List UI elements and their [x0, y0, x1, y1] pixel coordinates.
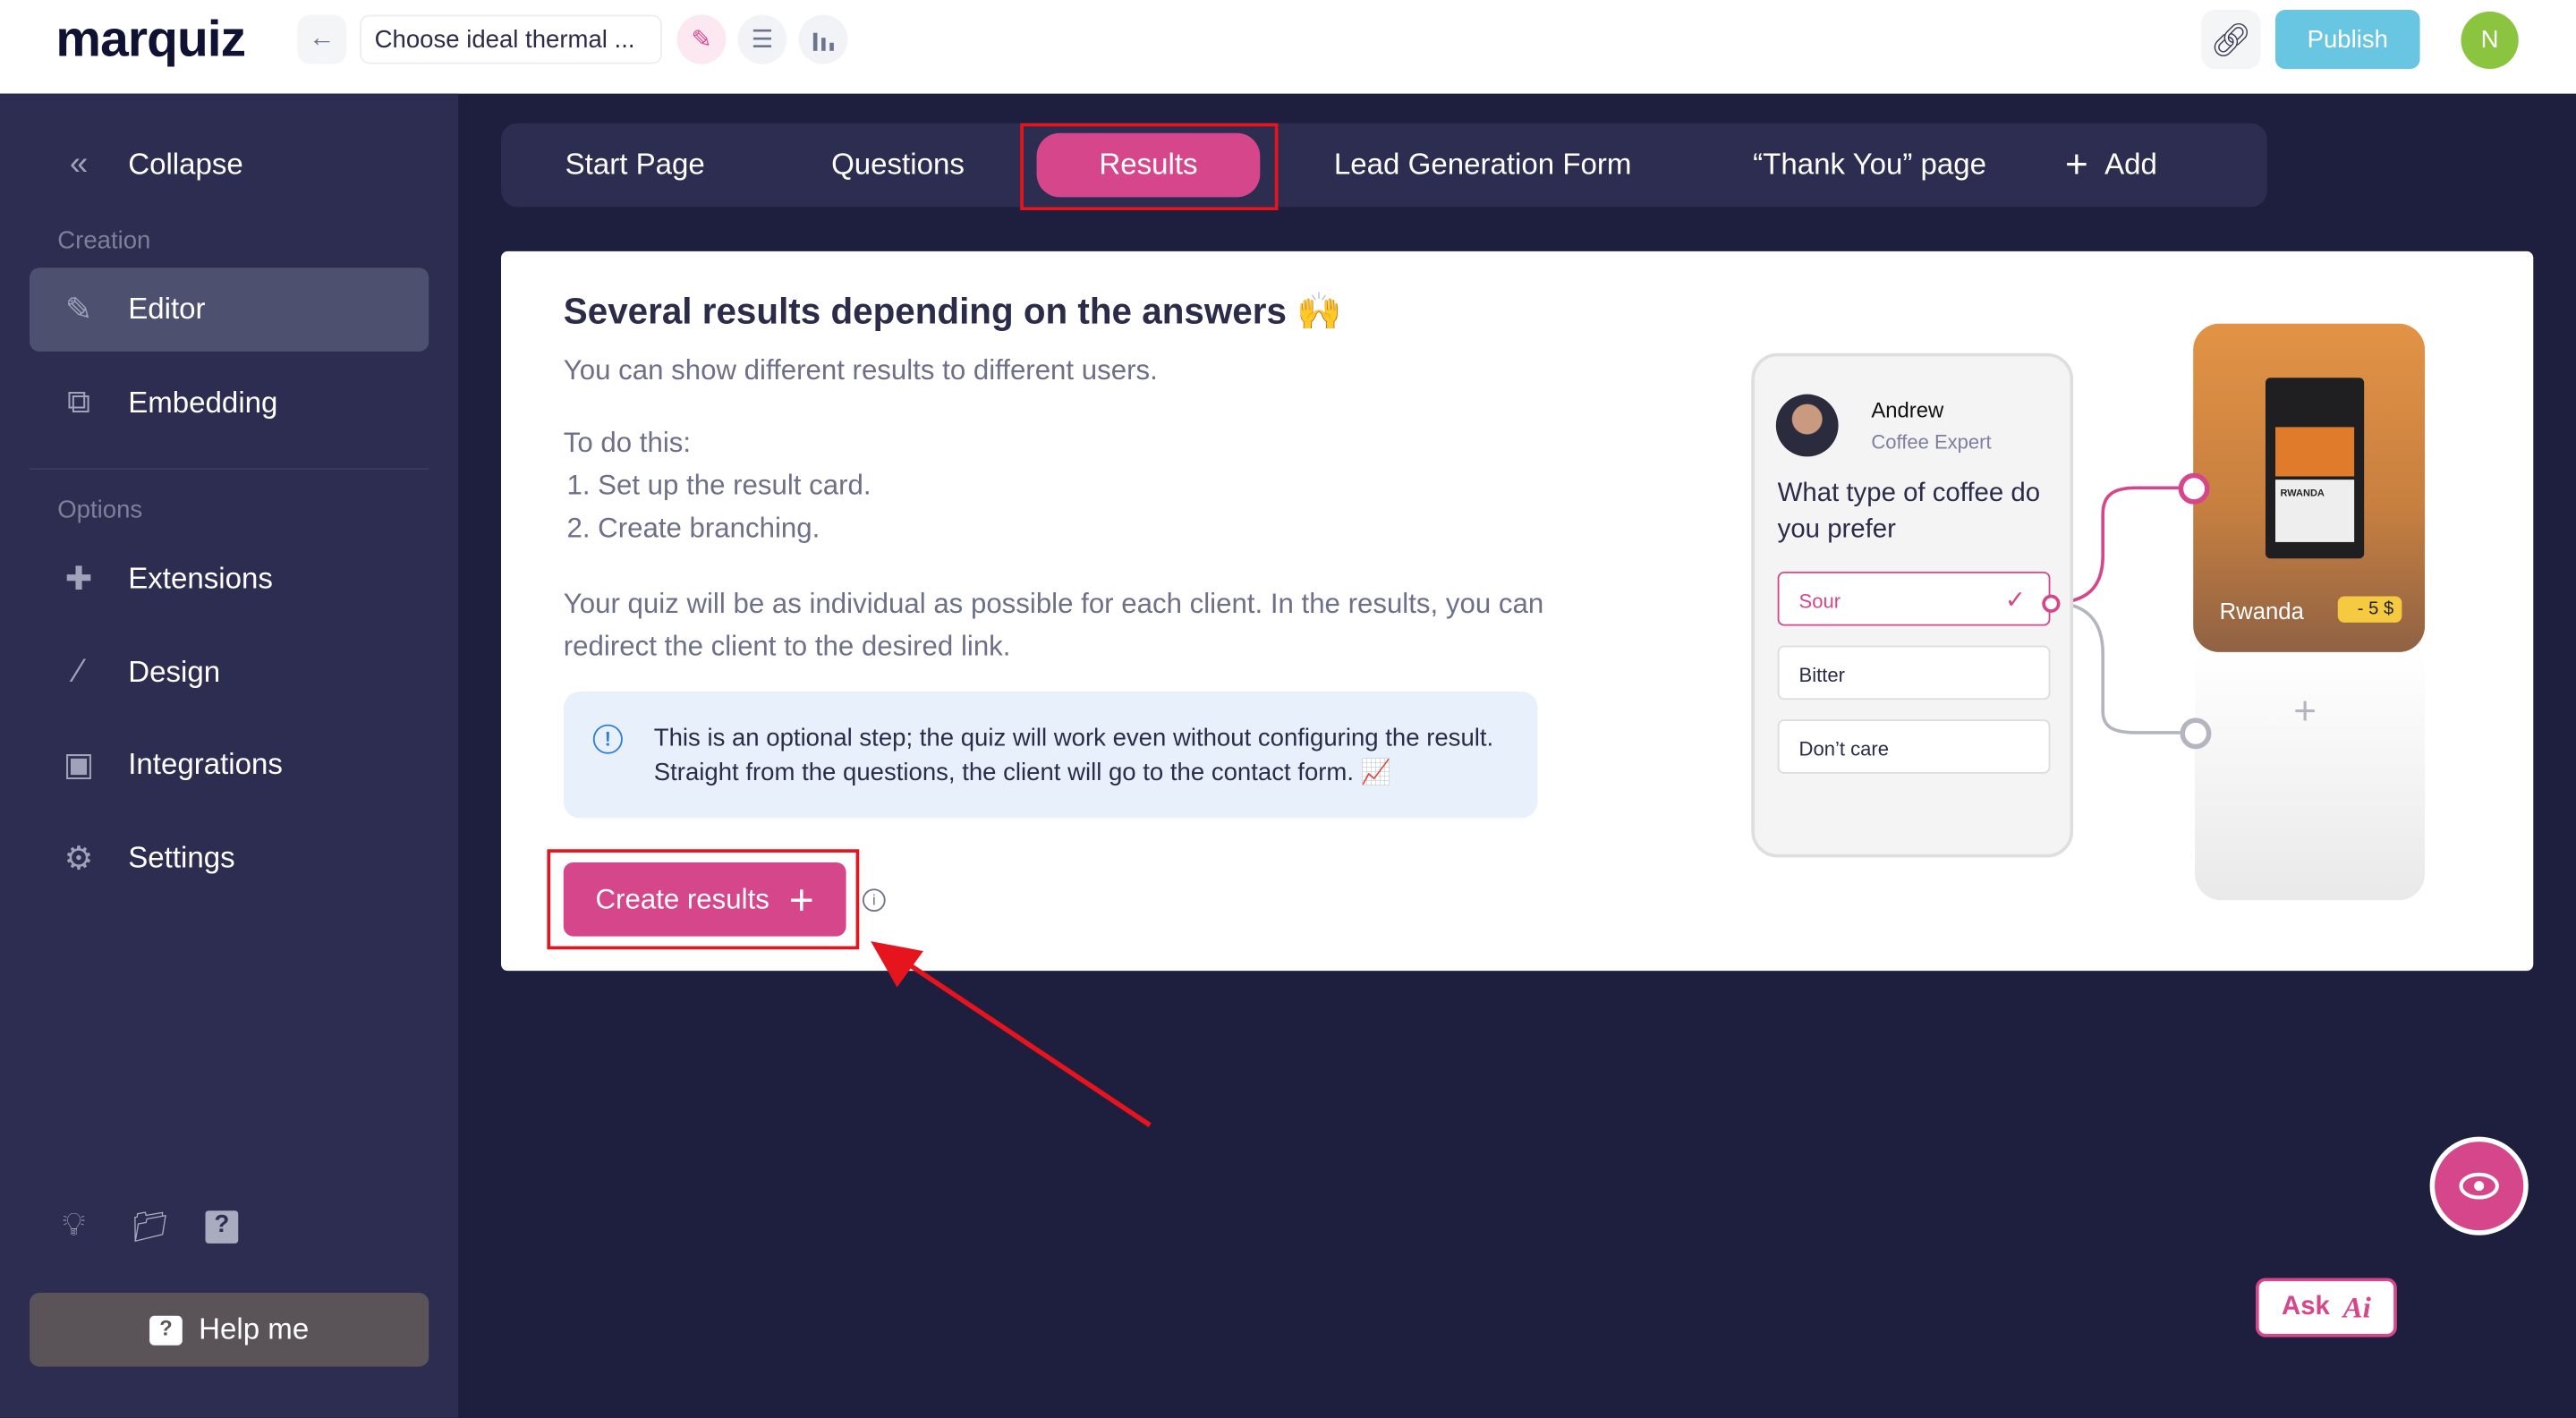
note-text: This is an optional step; the quiz will …	[653, 724, 1494, 787]
sidebar-item-settings[interactable]: ⚙ Settings	[30, 817, 429, 901]
pencil-icon: ✎	[691, 26, 712, 55]
embed-icon: ⧉	[67, 384, 91, 421]
double-chevron-left-icon: «	[69, 146, 89, 183]
preview-button[interactable]	[2429, 1136, 2529, 1235]
sidebar: «Collapse Creation ✎ Editor ⧉ Embedding Op…	[0, 93, 459, 1418]
step-1: 1. Set up the result card.	[566, 470, 871, 502]
tab-bar: Start Page Questions Results Lead Genera…	[501, 123, 2267, 208]
check-icon: ✓	[2004, 586, 2026, 615]
link-icon: 🔗︎	[2210, 21, 2252, 59]
question-text: What type of coffee do you prefer	[1777, 480, 2041, 544]
result-card-rwanda: RWANDA Rwanda - 5 $	[2193, 323, 2426, 652]
sidebar-item-extensions[interactable]: ✚ Extensions	[30, 537, 429, 621]
option-sour: Sour ✓	[1777, 571, 2051, 626]
list-button[interactable]: ☰	[737, 14, 787, 64]
connector-dot	[2180, 717, 2212, 750]
quiz-title-field[interactable]: Choose ideal thermal ...	[360, 14, 662, 64]
info-icon[interactable]: i	[862, 888, 886, 913]
description: Your quiz will be as individual as possi…	[563, 588, 1544, 662]
highlight-box	[1020, 123, 1279, 211]
todo-text: To do this:	[563, 427, 692, 459]
eye-icon	[2459, 1172, 2499, 1200]
expert-role: Coffee Expert	[1871, 430, 1992, 454]
sidebar-item-design[interactable]: ⁄ Design	[30, 631, 429, 715]
integrations-icon: ▣	[63, 747, 95, 784]
collapse-button[interactable]: «Collapse	[30, 123, 429, 208]
tab-add[interactable]: + Add	[2065, 123, 2157, 208]
back-button[interactable]: ←	[297, 14, 347, 64]
pencil-icon: ✎	[64, 292, 93, 329]
card-title: Several results depending on the answers…	[563, 290, 1342, 332]
help-me-button[interactable]: ? Help me	[30, 1293, 429, 1367]
ask-ai-button[interactable]: Ask Ai	[2255, 1278, 2397, 1337]
stats-button[interactable]	[798, 14, 848, 64]
tab-questions[interactable]: Questions	[831, 123, 965, 208]
help-icon[interactable]: ?	[205, 1210, 239, 1244]
expert-name: Andrew	[1871, 397, 1944, 422]
info-note: ! This is an optional step; the quiz wil…	[563, 691, 1538, 819]
info-icon: !	[592, 724, 623, 754]
top-bar: marquiz ← Choose ideal thermal ... ✎ ☰ 🔗…	[0, 0, 2576, 94]
price-badge: - 5 $	[2337, 596, 2402, 623]
annotation-arrow	[871, 941, 1152, 1128]
link-button[interactable]: 🔗︎	[2201, 10, 2261, 70]
expert-avatar	[1775, 394, 1839, 457]
sidebar-item-integrations[interactable]: ▣ Integrations	[30, 723, 429, 807]
section-label: Creation	[57, 226, 151, 255]
option-dont-care: Don’t care	[1777, 719, 2051, 774]
logo: marquiz	[55, 10, 246, 68]
result-name: Rwanda	[2219, 598, 2304, 624]
folder-upload-icon[interactable]: 📁︎	[132, 1210, 169, 1245]
empty-result-slot: +	[2195, 653, 2426, 901]
tab-lead-generation-form[interactable]: Lead Generation Form	[1334, 123, 1632, 208]
ai-icon: Ai	[2342, 1290, 2371, 1323]
option-bitter: Bitter	[1777, 645, 2051, 701]
section-label: Options	[57, 496, 143, 524]
sidebar-item-embedding[interactable]: ⧉ Embedding	[30, 361, 429, 446]
coffee-bag-image: RWANDA	[2265, 378, 2365, 559]
puzzle-icon: ✚	[64, 561, 93, 599]
bar-chart-icon	[812, 32, 834, 51]
gear-icon: ⚙	[64, 841, 94, 878]
quiz-preview: Andrew Coffee Expert What type of coffee…	[1751, 352, 2074, 858]
plus-icon: +	[2064, 141, 2088, 187]
publish-button[interactable]: Publish	[2274, 10, 2420, 70]
question-bubble-icon: ?	[149, 1314, 183, 1345]
lightbulb-icon[interactable]: 💡︎	[63, 1208, 86, 1245]
arrow-left-icon: ←	[309, 24, 336, 53]
subtitle: You can show different results to differ…	[563, 354, 1158, 386]
divider	[30, 468, 429, 471]
connector-dot	[2042, 594, 2061, 613]
step-2: 2. Create branching.	[566, 512, 820, 544]
edit-button[interactable]: ✎	[676, 14, 727, 64]
plus-icon: +	[2293, 690, 2317, 734]
tab-start-page[interactable]: Start Page	[565, 123, 705, 208]
brush-icon: ⁄	[76, 653, 82, 691]
tab-thank-you-page[interactable]: “Thank You” page	[1753, 123, 1986, 208]
highlight-box	[547, 849, 860, 950]
sidebar-item-editor[interactable]: ✎ Editor	[30, 267, 429, 352]
connector-dot	[2178, 472, 2210, 505]
avatar[interactable]: N	[2461, 11, 2519, 70]
list-icon: ☰	[751, 26, 774, 55]
